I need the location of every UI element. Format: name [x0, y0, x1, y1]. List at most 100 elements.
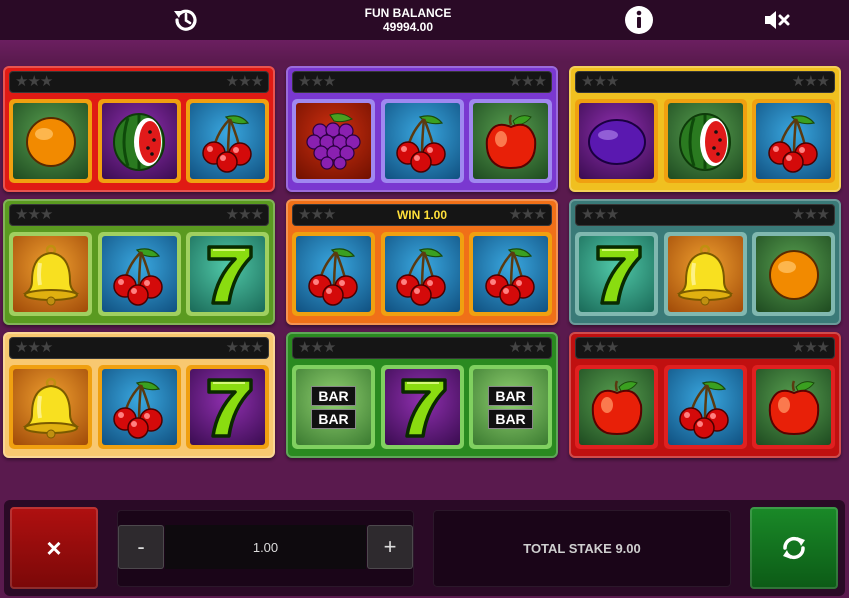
spin-arrows-icon: [783, 536, 805, 560]
reel[interactable]: [575, 232, 658, 316]
cherries-symbol: [296, 236, 371, 312]
seven-symbol: [579, 236, 654, 312]
reel[interactable]: [575, 365, 658, 449]
reel[interactable]: [292, 99, 375, 183]
grapes-symbol: [296, 103, 371, 179]
bell-symbol: [13, 236, 88, 312]
reel[interactable]: [186, 99, 269, 183]
reels-row: [292, 232, 552, 316]
reel[interactable]: [9, 232, 92, 316]
cherries-symbol: [473, 236, 548, 312]
bar-symbol: BAR BAR: [311, 385, 356, 429]
reel[interactable]: BAR BAR: [469, 365, 552, 449]
apple-symbol: [756, 369, 831, 445]
plum-symbol: [579, 103, 654, 179]
reel[interactable]: [97, 99, 181, 183]
bar-symbol: BAR BAR: [296, 369, 371, 445]
history-icon[interactable]: [170, 4, 202, 36]
stars-right: ★★★: [791, 73, 830, 90]
stars-right: ★★★: [225, 73, 264, 90]
reel[interactable]: [752, 365, 835, 449]
reel[interactable]: [663, 232, 747, 316]
reel[interactable]: [97, 232, 181, 316]
stars-right: ★★★: [508, 73, 547, 90]
reel[interactable]: [186, 365, 269, 449]
slot-machine: ★★★ ★★★: [3, 66, 275, 192]
slot-machine: ★★★ ★★★ BAR BAR BAR BAR: [286, 332, 558, 458]
reels-row: [9, 365, 269, 449]
stars-right: ★★★: [791, 339, 830, 356]
apple-symbol: [473, 103, 548, 179]
slot-machine: ★★★ ★★★: [3, 199, 275, 325]
reels-row: [575, 99, 835, 183]
bar-label: BAR: [488, 385, 533, 406]
star-bar: ★★★ ★★★: [292, 337, 552, 359]
reel[interactable]: [380, 99, 464, 183]
stars-right: ★★★: [508, 339, 547, 356]
reel[interactable]: [380, 365, 464, 449]
slot-machine: ★★★ ★★★: [569, 66, 841, 192]
seven-symbol: [190, 369, 265, 445]
star-bar: ★★★ ★★★: [575, 204, 835, 226]
reel[interactable]: BAR BAR: [292, 365, 375, 449]
header-strip: [0, 40, 849, 62]
stars-left: ★★★: [581, 339, 619, 356]
watermelon-symbol: [667, 103, 743, 179]
reel[interactable]: [380, 232, 464, 316]
reel[interactable]: [469, 232, 552, 316]
stars-left: ★★★: [581, 206, 619, 223]
reel[interactable]: [97, 365, 181, 449]
star-bar: ★★★ ★★★: [9, 204, 269, 226]
slot-machine: ★★★ ★★★: [569, 332, 841, 458]
star-bar: ★★★ WIN 1.00 ★★★: [292, 204, 552, 226]
stars-left: ★★★: [15, 206, 53, 223]
stars-left: ★★★: [298, 339, 336, 356]
slot-machine: ★★★ WIN 1.00 ★★★: [286, 199, 558, 325]
slot-machine: ★★★ ★★★: [569, 199, 841, 325]
reels-row: [292, 99, 552, 183]
star-bar: ★★★ ★★★: [9, 71, 269, 93]
stake-plus-button[interactable]: +: [367, 525, 413, 569]
reel[interactable]: [663, 365, 747, 449]
orange-symbol: [13, 103, 88, 179]
seven-symbol: [190, 236, 265, 312]
star-bar: ★★★ ★★★: [292, 71, 552, 93]
mute-icon[interactable]: [761, 4, 793, 36]
cancel-button[interactable]: ×: [10, 507, 98, 589]
balance-value: 49994.00: [382, 20, 434, 34]
balance-display: FUN BALANCE 49994.00: [358, 6, 458, 34]
cherries-symbol: [756, 103, 831, 179]
cherries-symbol: [101, 236, 177, 312]
reel[interactable]: [663, 99, 747, 183]
reel[interactable]: [292, 232, 375, 316]
reel[interactable]: [752, 232, 835, 316]
reels-row: [9, 232, 269, 316]
stars-left: ★★★: [15, 73, 53, 90]
star-bar: ★★★ ★★★: [575, 337, 835, 359]
stake-value: 1.00: [165, 525, 366, 569]
apple-symbol: [579, 369, 654, 445]
cherries-symbol: [384, 103, 460, 179]
cherries-symbol: [190, 103, 265, 179]
reel[interactable]: [469, 99, 552, 183]
stake-minus-button[interactable]: -: [118, 525, 164, 569]
bar-label: BAR: [488, 408, 533, 429]
balance-label: FUN BALANCE: [364, 6, 452, 20]
star-bar: ★★★ ★★★: [9, 337, 269, 359]
reels-row: [575, 365, 835, 449]
reel[interactable]: [186, 232, 269, 316]
reel[interactable]: [752, 99, 835, 183]
slot-machine: ★★★ ★★★: [286, 66, 558, 192]
reel[interactable]: [9, 365, 92, 449]
cherries-symbol: [667, 369, 743, 445]
reels-row: [575, 232, 835, 316]
spin-button[interactable]: [750, 507, 838, 589]
reel[interactable]: [9, 99, 92, 183]
orange-symbol: [756, 236, 831, 312]
reels-row: BAR BAR BAR BAR: [292, 365, 552, 449]
info-icon[interactable]: [623, 4, 655, 36]
cherries-symbol: [101, 369, 177, 445]
bar-label: BAR: [311, 408, 356, 429]
reel[interactable]: [575, 99, 658, 183]
watermelon-symbol: [101, 103, 177, 179]
